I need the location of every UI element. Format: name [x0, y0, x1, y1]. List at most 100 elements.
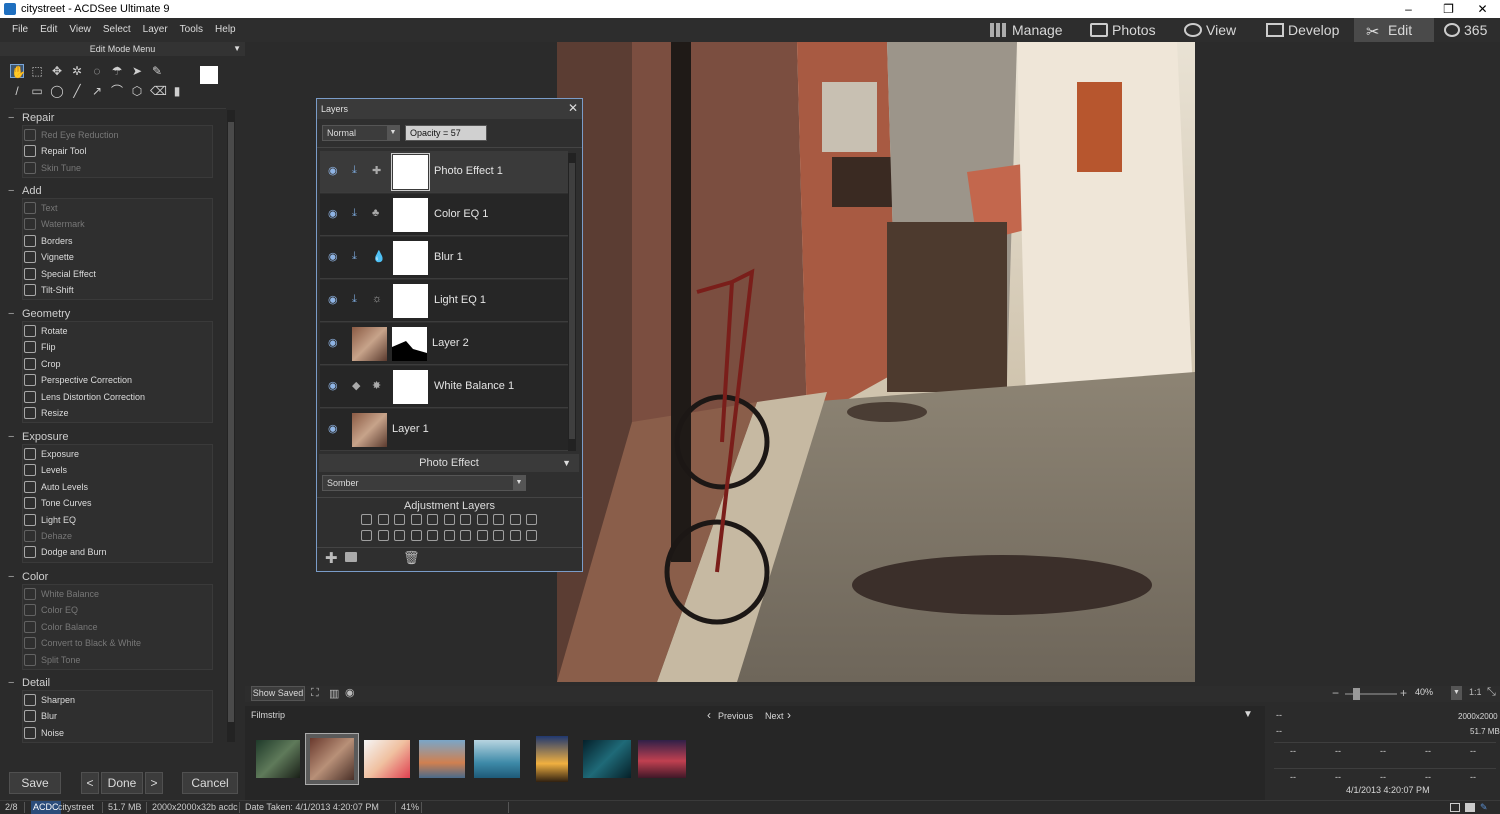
- visibility-eye-icon[interactable]: ◉: [328, 294, 340, 306]
- section-header-detail[interactable]: − Detail: [8, 677, 50, 689]
- section-header-repair[interactable]: − Repair: [8, 112, 54, 124]
- eraser-icon[interactable]: ⌫: [150, 84, 167, 98]
- left-scrollbar[interactable]: [227, 110, 235, 742]
- color-eq-icon[interactable]: [443, 514, 455, 525]
- visibility-eye-icon[interactable]: ◉: [328, 251, 340, 263]
- tool-red-eye-reduction[interactable]: Red Eye Reduction: [24, 127, 212, 143]
- mode-photos[interactable]: Photos: [1090, 18, 1170, 42]
- eyedropper-icon[interactable]: ✎: [150, 64, 164, 78]
- tool-color-eq[interactable]: Color EQ: [24, 602, 212, 618]
- tool-dehaze[interactable]: Dehaze: [24, 528, 212, 544]
- view-mode-icon[interactable]: [1465, 803, 1475, 812]
- pixelate-icon[interactable]: [526, 530, 537, 541]
- zoom-in-icon[interactable]: +: [1400, 686, 1407, 700]
- filmstrip-thumbnail-selected[interactable]: [305, 733, 359, 785]
- opacity-slider[interactable]: Opacity = 57: [405, 125, 487, 141]
- tool-borders[interactable]: Borders: [24, 233, 212, 249]
- color-balance-icon[interactable]: [460, 514, 471, 525]
- trash-icon[interactable]: 🗑: [403, 550, 420, 566]
- layer-row[interactable]: ◉ Layer 2: [320, 323, 568, 365]
- close-icon[interactable]: ✕: [568, 101, 578, 115]
- convert-bw-icon[interactable]: [361, 530, 372, 541]
- layers-scrollbar[interactable]: [568, 153, 576, 451]
- mode-manage[interactable]: Manage: [990, 18, 1080, 42]
- tool-light-eq[interactable]: Light EQ: [24, 512, 212, 528]
- sharpen-icon[interactable]: [410, 530, 422, 541]
- mode-edit[interactable]: ✂ Edit: [1354, 18, 1434, 42]
- fit-icon[interactable]: ⤡: [1487, 686, 1496, 699]
- tool-tone-curves[interactable]: Tone Curves: [24, 495, 212, 511]
- mode-view[interactable]: View: [1184, 18, 1254, 42]
- histogram-icon[interactable]: ▥: [329, 687, 339, 700]
- pointer-tool-icon[interactable]: ✋: [10, 64, 26, 79]
- noise-icon[interactable]: [427, 530, 438, 541]
- tool-skin-tune[interactable]: Skin Tune: [24, 160, 212, 176]
- clip-arrow-icon[interactable]: ⤓: [352, 250, 364, 263]
- layer-row[interactable]: ◉ ⤓ ♣ Color EQ 1: [320, 194, 568, 236]
- edit-mode-menu[interactable]: Edit Mode Menu ▼: [0, 42, 245, 56]
- dehaze-icon[interactable]: [476, 514, 488, 525]
- zoom-out-icon[interactable]: −: [1332, 686, 1339, 700]
- scroll-thumb[interactable]: [228, 122, 234, 722]
- previous-link[interactable]: Previous: [718, 711, 753, 721]
- tool-dodge-and-burn[interactable]: Dodge and Burn: [24, 544, 212, 560]
- filmstrip-thumbnail[interactable]: [419, 740, 465, 778]
- photo-effect-header[interactable]: Photo Effect ▼: [319, 454, 579, 472]
- visibility-eye-icon[interactable]: ◉: [328, 208, 340, 220]
- tool-color-balance[interactable]: Color Balance: [24, 619, 212, 635]
- filmstrip-thumbnail[interactable]: [256, 740, 300, 778]
- layer-row[interactable]: ◉ ⤓ 💧 Blur 1: [320, 237, 568, 279]
- tool-rotate[interactable]: Rotate: [24, 323, 212, 339]
- tool-convert-to-black-white[interactable]: Convert to Black & White: [24, 635, 212, 651]
- polyline-icon[interactable]: ⌒: [110, 84, 124, 98]
- move-icon[interactable]: ➤: [130, 64, 144, 78]
- light-eq-icon[interactable]: [410, 514, 422, 525]
- gradient-icon[interactable]: [460, 530, 471, 541]
- new-layer-icon[interactable]: [345, 552, 357, 562]
- tool-perspective-correction[interactable]: Perspective Correction: [24, 372, 212, 388]
- zoom-slider-handle[interactable]: [1353, 688, 1360, 700]
- layer-image-thumbnail[interactable]: [352, 413, 387, 447]
- layer-mask-thumbnail[interactable]: [393, 370, 428, 404]
- done-button[interactable]: Done: [101, 772, 143, 794]
- effect-preset-select[interactable]: Somber ▼: [322, 475, 526, 491]
- chevron-left-icon[interactable]: ‹: [707, 708, 711, 722]
- tool-levels[interactable]: Levels: [24, 462, 212, 478]
- menu-view[interactable]: View: [63, 18, 97, 42]
- layer-row[interactable]: ◉ ⤓ ✚ Photo Effect 1: [320, 151, 568, 193]
- line-icon[interactable]: ╱: [70, 84, 84, 98]
- fullscreen-icon[interactable]: ⛶: [311, 687, 319, 700]
- vignette-icon[interactable]: [493, 514, 504, 525]
- close-button[interactable]: ✕: [1460, 0, 1500, 18]
- chevron-down-icon[interactable]: ▼: [1451, 686, 1462, 700]
- tool-exposure[interactable]: Exposure: [24, 446, 212, 462]
- tool-sharpen[interactable]: Sharpen: [24, 692, 212, 708]
- tool-blur[interactable]: Blur: [24, 708, 212, 724]
- menu-file[interactable]: File: [6, 18, 34, 42]
- tool-flip[interactable]: Flip: [24, 339, 212, 355]
- filmstrip-thumbnail[interactable]: [638, 740, 686, 778]
- view-mode-icon[interactable]: [1450, 803, 1460, 812]
- save-button[interactable]: Save: [9, 772, 61, 794]
- mode-develop[interactable]: Develop: [1266, 18, 1346, 42]
- layers-panel-header[interactable]: Layers: [317, 99, 582, 119]
- menu-select[interactable]: Select: [97, 18, 137, 42]
- rotate-select-icon[interactable]: ✥: [50, 64, 64, 78]
- play-icon[interactable]: ◉: [345, 686, 355, 699]
- filmstrip-thumbnail[interactable]: [583, 740, 631, 778]
- section-header-add[interactable]: − Add: [8, 185, 42, 197]
- edit-status-icon[interactable]: ✎: [1480, 801, 1488, 814]
- clip-arrow-icon[interactable]: ⤓: [352, 207, 364, 220]
- lasso-icon[interactable]: ◌: [90, 64, 104, 78]
- chevron-down-icon[interactable]: ▼: [1243, 709, 1253, 720]
- menu-layer[interactable]: Layer: [137, 18, 174, 42]
- scroll-thumb[interactable]: [569, 163, 575, 439]
- blend-mode-select[interactable]: Normal ▼: [322, 125, 400, 141]
- exposure-icon[interactable]: [361, 514, 372, 525]
- tool-resize[interactable]: Resize: [24, 405, 212, 421]
- white-balance-icon[interactable]: [427, 514, 438, 525]
- smart-brush-icon[interactable]: ☂: [110, 64, 124, 78]
- zoom-slider[interactable]: [1345, 688, 1397, 700]
- show-saved-button[interactable]: Show Saved: [251, 686, 305, 701]
- blur-icon[interactable]: [394, 530, 405, 541]
